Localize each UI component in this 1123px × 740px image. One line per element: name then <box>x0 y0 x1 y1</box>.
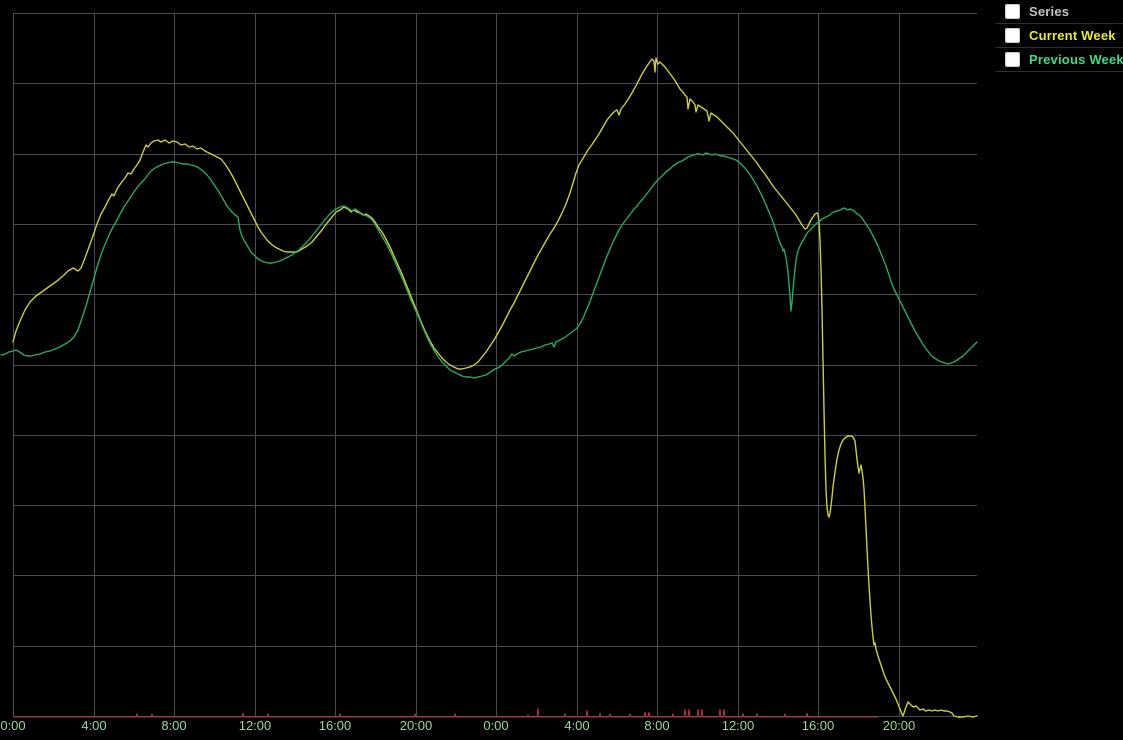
x-axis-tick-label: 8:00 <box>644 718 669 733</box>
legend-row-previous-week[interactable]: Previous Week <box>995 48 1123 72</box>
x-axis-labels: 0:00 4:00 8:00 12:00 16:00 20:00 0:00 4:00 8:00 1… <box>0 718 915 733</box>
chart-page: 0:00 4:00 8:00 12:00 16:00 20:00 0:00 4:00 8:00 1… <box>0 0 1123 740</box>
x-axis-tick-label: 16:00 <box>319 718 352 733</box>
chart-svg: 0:00 4:00 8:00 12:00 16:00 20:00 0:00 4:00 8:00 1… <box>0 13 978 733</box>
x-axis-tick-label: 12:00 <box>239 718 272 733</box>
series-line-previous-week <box>0 152 978 379</box>
legend-checkbox-previous-week[interactable] <box>1005 52 1020 67</box>
x-axis-tick-label: 0:00 <box>483 718 508 733</box>
legend: Series Current Week Previous Week <box>995 0 1123 72</box>
legend-label-current-week: Current Week <box>1029 28 1116 43</box>
series-line-current-week <box>12 57 978 718</box>
legend-label-previous-week: Previous Week <box>1029 52 1123 67</box>
x-axis-tick-label: 8:00 <box>161 718 186 733</box>
x-axis-tick-label: 4:00 <box>564 718 589 733</box>
x-axis-tick-label: 12:00 <box>722 718 755 733</box>
legend-row-series[interactable]: Series <box>995 0 1123 24</box>
x-axis-tick-label: 4:00 <box>81 718 106 733</box>
x-axis-tick-label: 16:00 <box>802 718 835 733</box>
x-axis-tick-label: 20:00 <box>400 718 433 733</box>
legend-label-series: Series <box>1029 4 1070 19</box>
gridlines <box>13 13 977 717</box>
x-axis-tick-label: 0:00 <box>0 718 25 733</box>
legend-row-current-week[interactable]: Current Week <box>995 24 1123 48</box>
legend-checkbox-current-week[interactable] <box>1005 28 1020 43</box>
legend-checkbox-series[interactable] <box>1005 4 1020 19</box>
series-line-events <box>13 707 878 718</box>
x-axis-tick-label: 20:00 <box>883 718 916 733</box>
